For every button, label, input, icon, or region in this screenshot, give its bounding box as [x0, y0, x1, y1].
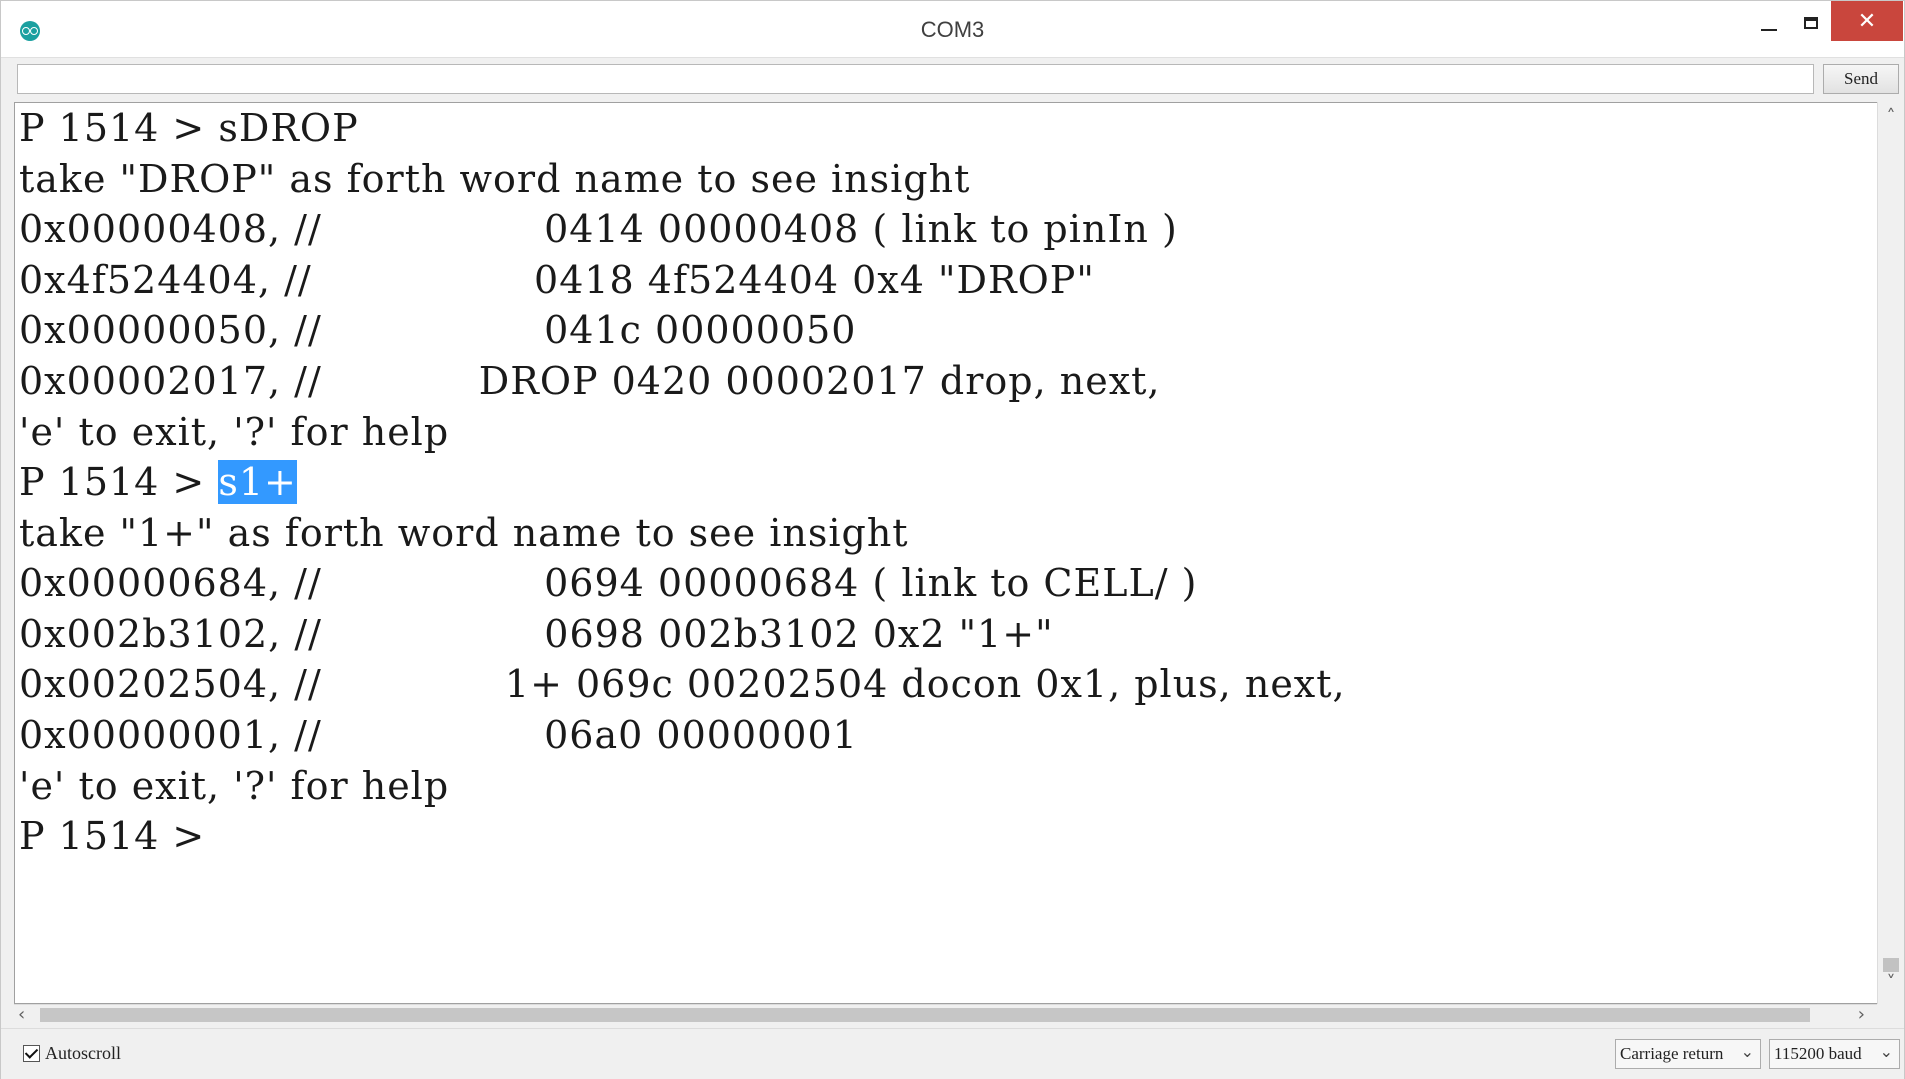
output-line: take "1+" as forth word name to see insi… — [19, 511, 909, 555]
scroll-down-icon[interactable]: ˅ — [1878, 972, 1904, 993]
autoscroll-toggle[interactable]: Autoscroll — [23, 1043, 121, 1064]
send-input[interactable] — [17, 64, 1814, 94]
maximize-icon — [1804, 17, 1818, 29]
horizontal-scrollbar[interactable]: ‹ › — [14, 1004, 1877, 1026]
prompt-prefix: P 1514 > — [19, 460, 219, 504]
vertical-scroll-thumb[interactable] — [1883, 958, 1899, 972]
scroll-left-icon[interactable]: ‹ — [18, 1004, 25, 1025]
send-row: Send — [1, 57, 1904, 102]
horizontal-scroll-thumb[interactable] — [40, 1008, 1810, 1022]
serial-output[interactable]: P 1514 > sDROP take "DROP" as forth word… — [14, 102, 1877, 1004]
baud-rate-value: 115200 baud — [1774, 1044, 1862, 1063]
autoscroll-checkbox[interactable] — [23, 1045, 40, 1062]
output-line: 'e' to exit, '?' for help — [19, 764, 450, 808]
close-button[interactable]: ✕ — [1831, 1, 1903, 41]
selected-text[interactable]: s1+ — [218, 460, 297, 504]
output-line-prompt: P 1514 > s1+ — [19, 454, 297, 510]
status-bar: Autoscroll Carriage return ⌄ 115200 baud… — [1, 1028, 1904, 1079]
output-line: take "DROP" as forth word name to see in… — [19, 157, 971, 201]
output-line: 0x00002017, // DROP 0420 00002017 drop, … — [19, 359, 1161, 403]
window-title: COM3 — [920, 17, 985, 42]
output-line: 0x00000684, // 0694 00000684 ( link to C… — [19, 561, 1198, 605]
autoscroll-label: Autoscroll — [45, 1043, 121, 1063]
scroll-up-icon[interactable]: ˄ — [1878, 106, 1904, 127]
output-line: 0x00000408, // 0414 00000408 ( link to p… — [19, 207, 1178, 251]
chevron-down-icon: ⌄ — [1740, 1044, 1754, 1061]
output-line: P 1514 > — [19, 814, 206, 858]
output-line: 0x4f524404, // 0418 4f524404 0x4 "DROP" — [19, 258, 1095, 302]
minimize-icon — [1761, 29, 1777, 31]
output-line: 'e' to exit, '?' for help — [19, 410, 450, 454]
output-line: 0x00000050, // 041c 00000050 — [19, 308, 857, 352]
vertical-scrollbar[interactable]: ˄ ˅ — [1877, 102, 1904, 1004]
output-line: 0x00202504, // 1+ 069c 00202504 docon 0x… — [19, 662, 1346, 706]
line-ending-value: Carriage return — [1620, 1044, 1724, 1063]
title-bar: COM3 ✕ — [1, 1, 1904, 57]
chevron-down-icon: ⌄ — [1879, 1044, 1893, 1061]
send-button[interactable]: Send — [1823, 64, 1899, 94]
output-line: 0x00000001, // 06a0 00000001 — [19, 713, 858, 757]
close-icon: ✕ — [1857, 8, 1877, 34]
baud-rate-select[interactable]: 115200 baud ⌄ — [1769, 1039, 1900, 1069]
output-line: 0x002b3102, // 0698 002b3102 0x2 "1+" — [19, 612, 1054, 656]
scroll-right-icon[interactable]: › — [1858, 1004, 1865, 1025]
output-line: P 1514 > sDROP — [19, 106, 359, 150]
line-ending-select[interactable]: Carriage return ⌄ — [1615, 1039, 1761, 1069]
serial-monitor-window: COM3 ✕ Send P 1514 > sDROP take "DROP" a… — [0, 0, 1905, 1079]
